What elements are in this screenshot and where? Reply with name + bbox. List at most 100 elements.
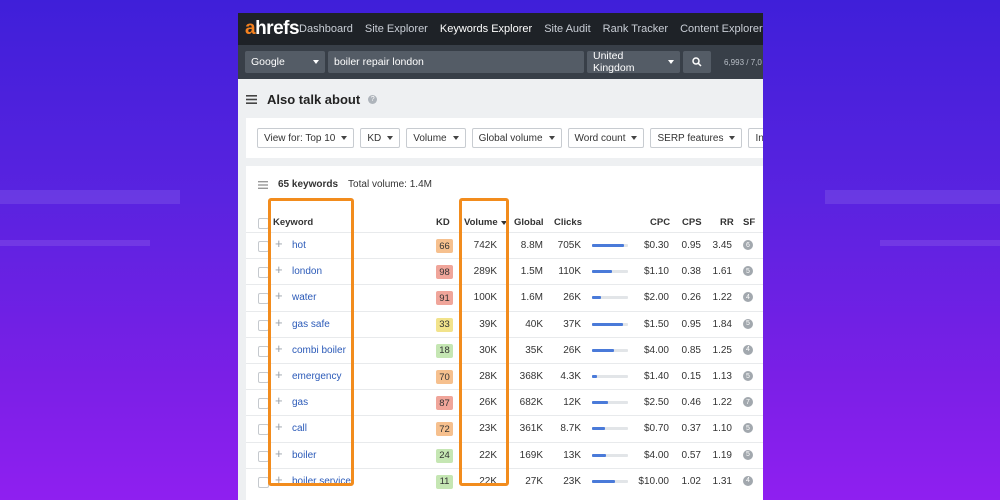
col-rr[interactable]: RR (720, 217, 734, 228)
search-engine-value: Google (251, 56, 285, 68)
cpc-value: $10.00 (638, 475, 669, 487)
cps-value: 0.37 (681, 423, 701, 435)
filter-serp-features[interactable]: SERP features (650, 128, 743, 148)
serp-features-badge[interactable]: 5 (743, 371, 753, 381)
serp-features-badge[interactable]: 6 (743, 240, 753, 250)
clicks-bar-fill (592, 348, 614, 352)
clicks-value: 705K (557, 240, 581, 251)
chevron-down-icon (341, 136, 348, 140)
col-kd[interactable]: KD (436, 217, 450, 228)
cps-value: 0.57 (681, 449, 701, 461)
bg-stripe-left-2 (0, 240, 150, 246)
col-global[interactable]: Global (514, 217, 544, 228)
serp-features-badge[interactable]: 5 (743, 423, 753, 434)
kd-badge: 91 (436, 291, 453, 306)
chevron-down-icon (452, 136, 459, 140)
country-value: United Kingdom (593, 50, 635, 74)
filter-view-for-top-10[interactable]: View for: Top 10 (257, 128, 355, 148)
global-value: 1.5M (520, 266, 543, 278)
filter-label: Volume (413, 132, 447, 144)
clicks-bar-fill (592, 270, 612, 274)
logo-text: hrefs (255, 18, 300, 39)
col-clicks[interactable]: Clicks (554, 217, 582, 228)
clicks-value: 23K (563, 475, 581, 487)
chevron-down-icon (668, 60, 674, 64)
clicks-bar (592, 270, 628, 274)
nav-item-dashboard[interactable]: Dashboard (299, 23, 353, 35)
clicks-bar (592, 453, 628, 457)
global-value: 361K (519, 423, 543, 435)
kd-badge: 11 (436, 474, 453, 489)
cps-value: 0.38 (681, 266, 701, 278)
serp-features-badge[interactable]: 4 (743, 344, 753, 355)
clicks-bar-fill (592, 427, 605, 431)
serp-features-badge[interactable]: 5 (743, 318, 753, 329)
keyword-search-input[interactable]: boiler repair london (328, 51, 584, 73)
ahrefs-logo[interactable]: a hrefs (238, 18, 300, 40)
rr-value: 1.25 (712, 344, 732, 356)
filter-volume[interactable]: Volume (406, 128, 466, 148)
global-value: 1.6M (520, 292, 543, 304)
cps-value: 0.15 (681, 371, 701, 382)
chevron-down-icon (313, 60, 319, 64)
search-button[interactable] (683, 51, 711, 73)
cpc-value: $2.50 (643, 397, 669, 409)
clicks-value: 4.3K (560, 371, 581, 382)
filter-global-volume[interactable]: Global volume (471, 128, 562, 148)
clicks-bar (592, 348, 628, 352)
global-value: 35K (525, 344, 543, 356)
clicks-bar-fill (592, 375, 598, 378)
filter-label: SERP features (657, 132, 724, 144)
highlight-volume-column (459, 198, 509, 486)
rr-value: 1.13 (712, 371, 732, 382)
filter-label: Word count (574, 132, 626, 144)
rr-value: 1.31 (712, 475, 732, 487)
serp-features-badge[interactable]: 4 (743, 475, 753, 486)
nav-item-content-explorer[interactable]: Content Explorer (680, 23, 763, 35)
serp-features-badge[interactable]: 4 (743, 292, 753, 303)
filter-kd[interactable]: KD (360, 128, 401, 148)
help-icon[interactable]: ? (368, 95, 378, 104)
top-nav: a hrefs Dashboard Site Explorer Keywords Ex… (238, 13, 763, 45)
search-engine-select[interactable]: Google (245, 51, 325, 73)
clicks-bar-fill (592, 244, 625, 247)
section-header: Also talk about ? (246, 92, 378, 107)
nav-item-site-audit[interactable]: Site Audit (544, 23, 590, 35)
kd-badge: 98 (436, 265, 453, 280)
chevron-down-icon (387, 136, 394, 140)
cpc-value: $4.00 (643, 449, 669, 461)
cps-value: 0.95 (681, 240, 701, 251)
menu-icon[interactable] (246, 95, 257, 104)
filter-in[interactable]: In (748, 128, 763, 148)
nav-item-site-explorer[interactable]: Site Explorer (365, 23, 428, 35)
clicks-bar (592, 296, 628, 300)
serp-features-badge[interactable]: 5 (743, 449, 753, 460)
page-title: Also talk about (267, 92, 361, 107)
country-select[interactable]: United Kingdom (587, 50, 680, 74)
rr-value: 1.10 (712, 423, 732, 435)
clicks-value: 110K (558, 266, 581, 278)
cpc-value: $0.70 (643, 423, 669, 435)
credits-count: 6,993 / 7,0 (724, 57, 762, 67)
rr-value: 1.19 (712, 449, 732, 461)
serp-features-badge[interactable]: 5 (743, 266, 753, 277)
col-cps[interactable]: CPS (682, 217, 702, 228)
global-value: 40K (525, 318, 543, 330)
global-value: 169K (519, 449, 543, 461)
nav-item-rank-tracker[interactable]: Rank Tracker (603, 23, 668, 35)
col-cpc[interactable]: CPC (650, 217, 670, 228)
nav-items: Dashboard Site Explorer Keywords Explorer S… (299, 23, 763, 35)
rr-value: 1.84 (712, 318, 732, 330)
col-sf[interactable]: SF (743, 217, 755, 228)
serp-features-badge[interactable]: 7 (743, 397, 753, 408)
cpc-value: $4.00 (643, 344, 669, 356)
clicks-bar-fill (592, 296, 601, 300)
clicks-bar (592, 375, 628, 378)
kd-badge: 70 (436, 370, 453, 384)
clicks-value: 26K (563, 344, 581, 356)
cpc-value: $2.00 (643, 292, 669, 304)
nav-item-keywords-explorer[interactable]: Keywords Explorer (440, 23, 532, 35)
rr-value: 1.22 (712, 397, 732, 409)
filter-word-count[interactable]: Word count (567, 128, 645, 148)
clicks-bar (592, 244, 628, 247)
